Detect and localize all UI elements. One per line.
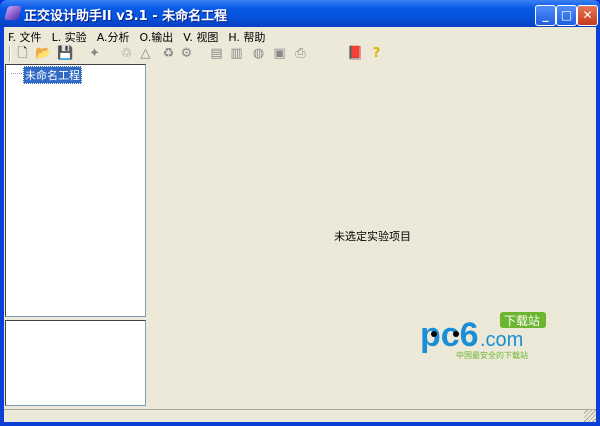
minimize-button[interactable]: _ <box>535 5 556 26</box>
menu-file[interactable]: F. 文件 <box>4 27 48 44</box>
svg-text:pc6: pc6 <box>420 316 479 354</box>
tree-line <box>11 73 22 74</box>
menu-analysis[interactable]: A.分析 <box>93 27 136 44</box>
property-panel <box>5 320 146 406</box>
print-icon[interactable]: ⎙ <box>293 46 308 61</box>
menu-view[interactable]: V. 视图 <box>179 27 224 44</box>
page-icon[interactable]: ▥ <box>229 46 244 61</box>
new-icon[interactable]: 🗋 <box>15 46 30 61</box>
app-icon <box>4 6 22 20</box>
pc6-watermark-logo: pc6 下载站 .com 中国最安全的下载站 <box>420 312 546 360</box>
resize-grip[interactable] <box>584 410 596 422</box>
maximize-button[interactable]: □ <box>556 5 577 26</box>
tool-icon[interactable]: ⚙ <box>179 46 194 61</box>
menu-help[interactable]: H. 帮助 <box>224 27 271 44</box>
client-area: F. 文件 L. 实验 A.分析 O.输出 V. 视图 H. 帮助 🗋 📂 💾 ✦ ♲ △… <box>4 27 596 422</box>
save-icon[interactable]: 💾 <box>57 46 73 61</box>
triangle-icon[interactable]: △ <box>138 46 153 61</box>
refresh-icon[interactable]: ♻ <box>161 46 176 61</box>
toolbar-grip <box>9 46 11 62</box>
window-title: 正交设计助手II v3.1 - 未命名工程 <box>24 9 228 24</box>
image-icon[interactable]: ▣ <box>272 46 287 61</box>
help-icon[interactable]: ? <box>369 46 384 61</box>
app-window: 正交设计助手II v3.1 - 未命名工程 _ □ ✕ F. 文件 L. 实验 … <box>0 0 600 426</box>
menu-experiment[interactable]: L. 实验 <box>48 27 93 44</box>
tree-node-project[interactable]: 未命名工程 <box>23 66 82 84</box>
open-icon[interactable]: 📂 <box>35 46 51 61</box>
recycle-icon[interactable]: ♲ <box>119 46 134 61</box>
doc-icon[interactable]: ▤ <box>209 46 224 61</box>
globe-icon[interactable]: ◍ <box>251 46 266 61</box>
svg-text:下载站: 下载站 <box>504 314 540 328</box>
svg-text:.com: .com <box>480 329 523 351</box>
close-button[interactable]: ✕ <box>577 5 598 26</box>
book-icon[interactable]: 📕 <box>347 46 363 61</box>
menu-bar: F. 文件 L. 实验 A.分析 O.输出 V. 视图 H. 帮助 <box>4 27 596 44</box>
project-tree[interactable]: 未命名工程 <box>5 64 146 317</box>
toolbar: 🗋 📂 💾 ✦ ♲ △ ♻ ⚙ ▤ ▥ ◍ ▣ ⎙ 📕? <box>4 44 596 64</box>
menu-output[interactable]: O.输出 <box>136 27 180 44</box>
svg-text:中国最安全的下载站: 中国最安全的下载站 <box>456 350 528 360</box>
title-bar: 正交设计助手II v3.1 - 未命名工程 _ □ ✕ <box>0 0 600 27</box>
wizard-icon[interactable]: ✦ <box>87 46 102 61</box>
no-selection-message: 未选定实验项目 <box>334 230 411 243</box>
status-bar <box>4 409 596 422</box>
